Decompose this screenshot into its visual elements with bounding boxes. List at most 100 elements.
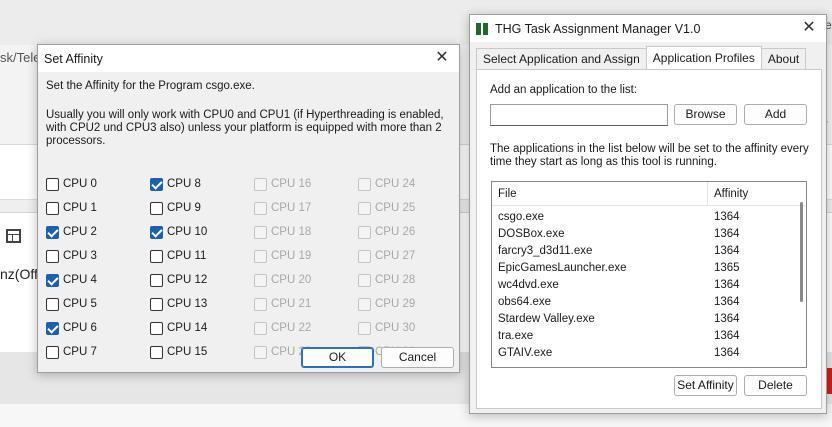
checkbox-unchecked-icon[interactable] bbox=[46, 177, 59, 191]
table-row[interactable]: Stardew Valley.exe 1364 bbox=[492, 311, 806, 328]
cell-file: DOSBox.exe bbox=[498, 228, 565, 240]
cpu-checkbox[interactable]: CPU 7 bbox=[46, 344, 97, 360]
cell-affinity: 1364 bbox=[714, 279, 740, 291]
cpu-checkbox[interactable]: CPU 3 bbox=[46, 248, 97, 264]
cpu-label: CPU 3 bbox=[63, 250, 97, 262]
info-text: The applications in the list below will … bbox=[490, 143, 809, 168]
table-row[interactable]: EpicGamesLauncher.exe 1365 bbox=[492, 260, 806, 277]
bg-tab-label[interactable]: sk/Tele bbox=[0, 50, 40, 65]
ok-button[interactable]: OK bbox=[301, 347, 374, 368]
cpu-label: CPU 27 bbox=[375, 250, 416, 262]
cpu-checkbox: CPU 17 bbox=[254, 200, 311, 216]
affinity-title: Set Affinity bbox=[44, 51, 103, 66]
cell-affinity: 1364 bbox=[714, 245, 740, 257]
checkbox-checked-icon[interactable] bbox=[46, 321, 59, 335]
checkbox-unchecked-icon bbox=[358, 225, 371, 239]
app-path-input[interactable] bbox=[490, 104, 668, 126]
table-grid-icon[interactable] bbox=[6, 229, 21, 243]
cancel-button[interactable]: Cancel bbox=[381, 347, 454, 368]
cpu-label: CPU 12 bbox=[167, 274, 208, 286]
thg-title: THG Task Assignment Manager V1.0 bbox=[495, 21, 701, 36]
cpu-checkbox[interactable]: CPU 15 bbox=[150, 344, 207, 360]
cpu-checkbox[interactable]: CPU 9 bbox=[150, 200, 201, 216]
cpu-label: CPU 24 bbox=[375, 178, 416, 190]
add-app-label: Add an application to the list: bbox=[490, 84, 638, 96]
affinity-titlebar[interactable]: Set Affinity ✕ bbox=[38, 45, 459, 72]
cpu-checkbox: CPU 30 bbox=[358, 320, 415, 336]
cell-file: obs64.exe bbox=[498, 296, 552, 308]
browse-button[interactable]: Browse bbox=[674, 104, 737, 125]
column-header-file[interactable]: File bbox=[492, 182, 708, 205]
add-button[interactable]: Add bbox=[744, 104, 807, 125]
table-row[interactable]: wc4dvd.exe 1364 bbox=[492, 277, 806, 294]
cpu-checkbox[interactable]: CPU 14 bbox=[150, 320, 207, 336]
table-row[interactable]: GTAIV.exe 1364 bbox=[492, 345, 806, 362]
table-row[interactable]: tra.exe 1364 bbox=[492, 328, 806, 345]
checkbox-unchecked-icon[interactable] bbox=[46, 297, 59, 311]
checkbox-checked-icon[interactable] bbox=[46, 273, 59, 287]
cpu-label: CPU 21 bbox=[271, 298, 312, 310]
tab-about[interactable]: About bbox=[760, 48, 807, 69]
set-affinity-dialog: Set Affinity ✕ Set the Affinity for the … bbox=[37, 44, 460, 373]
checkbox-unchecked-icon[interactable] bbox=[150, 321, 163, 335]
cpu-checkbox[interactable]: CPU 10 bbox=[150, 224, 207, 240]
cell-affinity: 1364 bbox=[714, 211, 740, 223]
checkbox-unchecked-icon[interactable] bbox=[150, 297, 163, 311]
table-row[interactable]: obs64.exe 1364 bbox=[492, 294, 806, 311]
cell-affinity: 1364 bbox=[714, 313, 740, 325]
table-row[interactable]: farcry3_d3d11.exe 1364 bbox=[492, 243, 806, 260]
table-row[interactable]: csgo.exe 1364 bbox=[492, 209, 806, 226]
checkbox-unchecked-icon bbox=[358, 201, 371, 215]
application-profiles-panel: Add an application to the list: Browse A… bbox=[476, 69, 822, 409]
cell-file: tra.exe bbox=[498, 330, 534, 342]
cpu-checkbox: CPU 20 bbox=[254, 272, 311, 288]
tab-select-application[interactable]: Select Application and Assign bbox=[476, 48, 647, 69]
checkbox-unchecked-icon[interactable] bbox=[46, 345, 59, 359]
cpu-checkbox[interactable]: CPU 8 bbox=[150, 176, 201, 192]
close-icon[interactable]: ✕ bbox=[800, 19, 818, 37]
close-icon[interactable]: ✕ bbox=[433, 49, 451, 67]
cpu-checkbox: CPU 27 bbox=[358, 248, 415, 264]
checkbox-checked-icon[interactable] bbox=[150, 177, 163, 191]
cpu-checkbox[interactable]: CPU 2 bbox=[46, 224, 97, 240]
checkbox-unchecked-icon bbox=[254, 297, 267, 311]
checkbox-checked-icon[interactable] bbox=[46, 225, 59, 239]
cell-affinity: 1364 bbox=[714, 330, 740, 342]
checkbox-unchecked-icon[interactable] bbox=[150, 249, 163, 263]
cpu-label: CPU 20 bbox=[271, 274, 312, 286]
tab-application-profiles[interactable]: Application Profiles bbox=[645, 46, 762, 69]
cell-file: farcry3_d3d11.exe bbox=[498, 245, 593, 257]
list-rows: csgo.exe 1364 DOSBox.exe 1364 farcry3_d3d11.… bbox=[492, 206, 806, 362]
cpu-checkbox[interactable]: CPU 6 bbox=[46, 320, 97, 336]
cpu-checkbox: CPU 24 bbox=[358, 176, 415, 192]
cpu-label: CPU 29 bbox=[375, 298, 416, 310]
application-list[interactable]: File Affinity csgo.exe 1364 DOSBox.exe 1364… bbox=[491, 181, 807, 368]
cell-file: GTAIV.exe bbox=[498, 347, 553, 359]
checkbox-unchecked-icon[interactable] bbox=[150, 273, 163, 287]
cpu-label: CPU 26 bbox=[375, 226, 416, 238]
table-row[interactable]: DOSBox.exe 1364 bbox=[492, 226, 806, 243]
cpu-label: CPU 4 bbox=[63, 274, 97, 286]
delete-button[interactable]: Delete bbox=[744, 375, 807, 396]
cpu-label: CPU 28 bbox=[375, 274, 416, 286]
checkbox-unchecked-icon[interactable] bbox=[46, 249, 59, 263]
cpu-checkbox[interactable]: CPU 1 bbox=[46, 200, 97, 216]
cpu-checkbox: CPU 22 bbox=[254, 320, 311, 336]
column-header-affinity[interactable]: Affinity bbox=[708, 182, 748, 205]
checkbox-unchecked-icon[interactable] bbox=[150, 345, 163, 359]
set-affinity-button[interactable]: Set Affinity bbox=[674, 375, 737, 396]
cpu-label: CPU 13 bbox=[167, 298, 208, 310]
cell-affinity: 1364 bbox=[714, 228, 740, 240]
cpu-checkbox[interactable]: CPU 0 bbox=[46, 176, 97, 192]
checkbox-checked-icon[interactable] bbox=[150, 225, 163, 239]
checkbox-unchecked-icon[interactable] bbox=[150, 201, 163, 215]
cpu-checkbox[interactable]: CPU 5 bbox=[46, 296, 97, 312]
scrollbar-thumb[interactable] bbox=[800, 202, 803, 302]
cpu-checkbox[interactable]: CPU 12 bbox=[150, 272, 207, 288]
cpu-checkbox[interactable]: CPU 4 bbox=[46, 272, 97, 288]
thg-titlebar[interactable]: THG Task Assignment Manager V1.0 ✕ bbox=[470, 15, 826, 42]
cpu-label: CPU 25 bbox=[375, 202, 416, 214]
checkbox-unchecked-icon[interactable] bbox=[46, 201, 59, 215]
cpu-checkbox[interactable]: CPU 13 bbox=[150, 296, 207, 312]
cpu-checkbox[interactable]: CPU 11 bbox=[150, 248, 206, 264]
